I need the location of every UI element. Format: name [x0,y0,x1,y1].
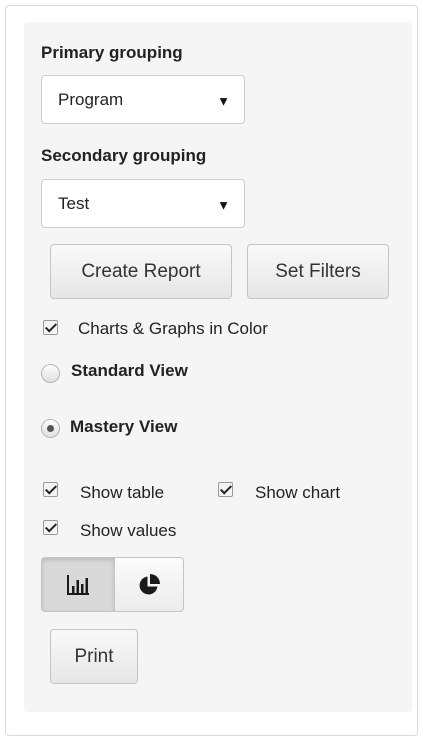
standard-view-label: Standard View [71,361,188,380]
primary-grouping-select[interactable]: Program ▼ [41,75,245,124]
dropdown-caret-icon: ▼ [217,92,230,108]
show-chart-label: Show chart [255,483,341,502]
show-table-label: Show table [80,483,165,502]
pie-chart-toggle[interactable] [114,557,184,612]
create-report-button[interactable]: Create Report [50,244,232,299]
secondary-grouping-value: Test [58,193,90,213]
report-options-container: Primary grouping Program ▼ Secondary gro… [5,5,418,736]
print-button[interactable]: Print [50,629,138,684]
pie-chart-icon [139,573,160,594]
show-values-label: Show values [80,521,177,540]
show-chart-checkbox[interactable] [218,482,233,497]
set-filters-button[interactable]: Set Filters [247,244,389,299]
show-values-checkbox[interactable] [43,520,58,535]
color-charts-checkbox[interactable] [43,320,58,335]
mastery-view-label: Mastery View [70,417,178,436]
bar-chart-icon [67,574,89,595]
secondary-grouping-heading: Secondary grouping [41,146,207,165]
secondary-grouping-select[interactable]: Test ▼ [41,179,245,228]
mastery-view-radio[interactable] [41,419,60,438]
bar-chart-toggle[interactable] [41,557,115,612]
primary-grouping-value: Program [58,89,124,109]
show-table-checkbox[interactable] [43,482,58,497]
standard-view-radio[interactable] [41,364,60,383]
dropdown-caret-icon: ▼ [217,196,230,212]
color-charts-label: Charts & Graphs in Color [78,319,268,338]
primary-grouping-heading: Primary grouping [41,43,183,62]
report-options-panel: Primary grouping Program ▼ Secondary gro… [24,22,412,712]
